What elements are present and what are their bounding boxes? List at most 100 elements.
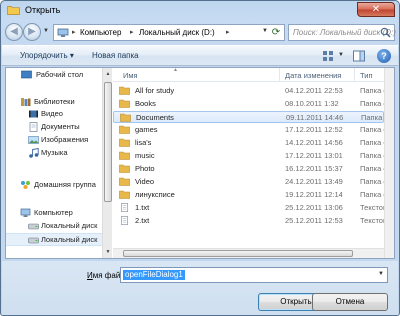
file-row[interactable]: линуксписе19.12.2011 12:14Папка с фай bbox=[113, 189, 394, 201]
computer-icon bbox=[57, 28, 69, 37]
file-row[interactable]: 1.txt25.12.2011 13:06Текстовый д bbox=[113, 202, 394, 214]
scroll-up-icon[interactable]: ▲ bbox=[103, 69, 113, 79]
column-header-type[interactable]: Тип bbox=[360, 71, 373, 80]
breadcrumb-separator-icon[interactable]: ▸ bbox=[130, 28, 134, 36]
nav-item-label: Домашняя группа bbox=[34, 180, 96, 189]
folder-icon bbox=[120, 113, 131, 122]
file-date: 17.12.2011 12:52 bbox=[285, 125, 343, 134]
column-headers: Имя ▲ Дата изменения Тип bbox=[113, 68, 384, 82]
breadcrumb-local-disk[interactable]: Локальный диск (D:) bbox=[139, 28, 215, 37]
content-area: Рабочий стол Библиотеки Видео Документы … bbox=[5, 67, 395, 259]
nav-item-local-disk-c[interactable]: Локальный диск bbox=[6, 220, 102, 233]
nav-item-computer[interactable]: Компьютер bbox=[6, 207, 102, 220]
scrollbar-thumb[interactable] bbox=[123, 250, 353, 257]
nav-item-local-disk-d[interactable]: Локальный диск bbox=[6, 233, 102, 246]
breadcrumb-separator-icon[interactable]: ▸ bbox=[226, 28, 230, 36]
recent-locations-chevron-icon[interactable]: ▼ bbox=[43, 28, 49, 34]
horizontal-scrollbar[interactable] bbox=[113, 248, 384, 258]
nav-item-label: Библиотеки bbox=[34, 97, 75, 106]
column-divider[interactable] bbox=[354, 68, 355, 82]
file-list: Имя ▲ Дата изменения Тип All for study 04… bbox=[113, 68, 394, 258]
pictures-icon bbox=[28, 136, 39, 144]
preview-pane-icon[interactable] bbox=[352, 49, 366, 63]
folder-icon bbox=[119, 151, 130, 160]
file-row[interactable]: music17.12.2011 13:01Папка с фай bbox=[113, 150, 394, 162]
change-view-icon[interactable] bbox=[321, 49, 335, 63]
text-file-icon bbox=[121, 203, 128, 212]
file-row[interactable]: lisa's14.12.2011 14:56Папка с фай bbox=[113, 137, 394, 149]
window-title: Открыть bbox=[25, 5, 61, 15]
file-name: линуксписе bbox=[135, 190, 175, 199]
file-row[interactable]: Photo16.12.2011 15:37Папка с фай bbox=[113, 163, 394, 175]
search-input[interactable]: Поиск: Локальный диск (D:) bbox=[288, 24, 396, 41]
file-name: All for study bbox=[135, 86, 175, 95]
folder-icon bbox=[119, 164, 130, 173]
folder-icon bbox=[119, 190, 130, 199]
scroll-down-icon[interactable]: ▼ bbox=[103, 247, 113, 257]
file-name: music bbox=[135, 151, 155, 160]
nav-item-label: Документы bbox=[41, 122, 80, 131]
organize-button[interactable]: Упорядочить ▾ bbox=[20, 51, 74, 60]
file-name: lisa's bbox=[135, 138, 152, 147]
breadcrumb-separator-icon[interactable]: ▸ bbox=[72, 28, 76, 36]
folder-icon bbox=[119, 138, 130, 147]
file-name: Documents bbox=[136, 113, 174, 122]
search-icon[interactable] bbox=[380, 27, 391, 38]
cancel-button[interactable]: Отмена bbox=[312, 293, 388, 311]
file-name-value[interactable]: openFileDialog1 bbox=[123, 270, 185, 280]
file-row[interactable]: Documents09.11.2011 14:46Папка с фай bbox=[113, 111, 394, 123]
file-date: 25.12.2011 13:06 bbox=[285, 203, 343, 212]
nav-item-pictures[interactable]: Изображения bbox=[6, 134, 102, 147]
column-divider[interactable] bbox=[279, 68, 280, 82]
file-date: 24.12.2011 13:49 bbox=[285, 177, 343, 186]
scrollbar-thumb[interactable] bbox=[104, 82, 112, 202]
nav-item-desktop[interactable]: Рабочий стол bbox=[6, 69, 102, 82]
file-name: Photo bbox=[135, 164, 155, 173]
folder-icon bbox=[7, 6, 20, 15]
new-folder-button[interactable]: Новая папка bbox=[92, 51, 139, 60]
nav-item-label: Изображения bbox=[41, 135, 89, 144]
homegroup-icon bbox=[21, 181, 30, 189]
address-dropdown-icon[interactable]: ▼ bbox=[262, 28, 268, 34]
open-file-dialog: Открыть ✕ ◀ ▶ ▼ ▸ Компьютер ▸ Локальный … bbox=[0, 0, 400, 316]
file-row[interactable]: All for study04.12.2011 22:53Папка с фай bbox=[113, 85, 394, 97]
command-toolbar: Упорядочить ▾ Новая папка ▼ ? bbox=[2, 45, 398, 66]
desktop-icon bbox=[21, 70, 32, 79]
file-date: 17.12.2011 13:01 bbox=[285, 151, 343, 160]
nav-item-documents[interactable]: Документы bbox=[6, 121, 102, 134]
chevron-down-icon[interactable]: ▼ bbox=[378, 271, 384, 277]
address-bar[interactable]: ▸ Компьютер ▸ Локальный диск (D:) ▸ ▼ ⟳ bbox=[53, 24, 285, 41]
drive-icon bbox=[28, 237, 39, 244]
file-list-scrollbar[interactable] bbox=[384, 68, 394, 258]
refresh-icon[interactable]: ⟳ bbox=[269, 26, 283, 39]
libraries-icon bbox=[21, 98, 31, 106]
forward-button[interactable]: ▶ bbox=[23, 23, 41, 41]
file-row[interactable]: Books08.10.2011 1:32Папка с фай bbox=[113, 98, 394, 110]
video-icon bbox=[29, 110, 38, 118]
file-name: 1.txt bbox=[135, 203, 150, 212]
file-row[interactable]: Video24.12.2011 13:49Папка с фай bbox=[113, 176, 394, 188]
back-button[interactable]: ◀ bbox=[5, 23, 23, 41]
file-name-input[interactable]: openFileDialog1 ▼ bbox=[120, 267, 388, 283]
column-header-date[interactable]: Дата изменения bbox=[285, 71, 341, 80]
file-name: Video bbox=[135, 177, 155, 186]
nav-item-label: Локальный диск bbox=[41, 235, 98, 244]
breadcrumb-computer[interactable]: Компьютер bbox=[80, 28, 121, 37]
title-bar[interactable]: Открыть ✕ bbox=[1, 1, 399, 20]
file-date: 08.10.2011 1:32 bbox=[285, 99, 339, 108]
nav-item-homegroup[interactable]: Домашняя группа bbox=[6, 179, 102, 192]
help-button[interactable]: ? bbox=[377, 49, 391, 63]
file-row[interactable]: 2.txt25.12.2011 12:53Текстовый д bbox=[113, 215, 394, 227]
navigation-bar: ◀ ▶ ▼ ▸ Компьютер ▸ Локальный диск (D:) … bbox=[1, 21, 399, 43]
music-icon bbox=[29, 148, 39, 158]
file-row[interactable]: games17.12.2011 12:52Папка с фай bbox=[113, 124, 394, 136]
file-date: 19.12.2011 12:14 bbox=[285, 190, 343, 199]
nav-pane-scrollbar[interactable]: ▲ ▼ bbox=[102, 68, 112, 258]
column-header-name[interactable]: Имя bbox=[123, 71, 138, 80]
nav-item-label: Музыка bbox=[41, 148, 68, 157]
nav-item-video[interactable]: Видео bbox=[6, 108, 102, 121]
close-button[interactable]: ✕ bbox=[357, 2, 395, 17]
navigation-pane: Рабочий стол Библиотеки Видео Документы … bbox=[6, 68, 102, 258]
nav-item-music[interactable]: Музыка bbox=[6, 147, 102, 160]
view-options-chevron-icon[interactable]: ▼ bbox=[338, 52, 344, 58]
